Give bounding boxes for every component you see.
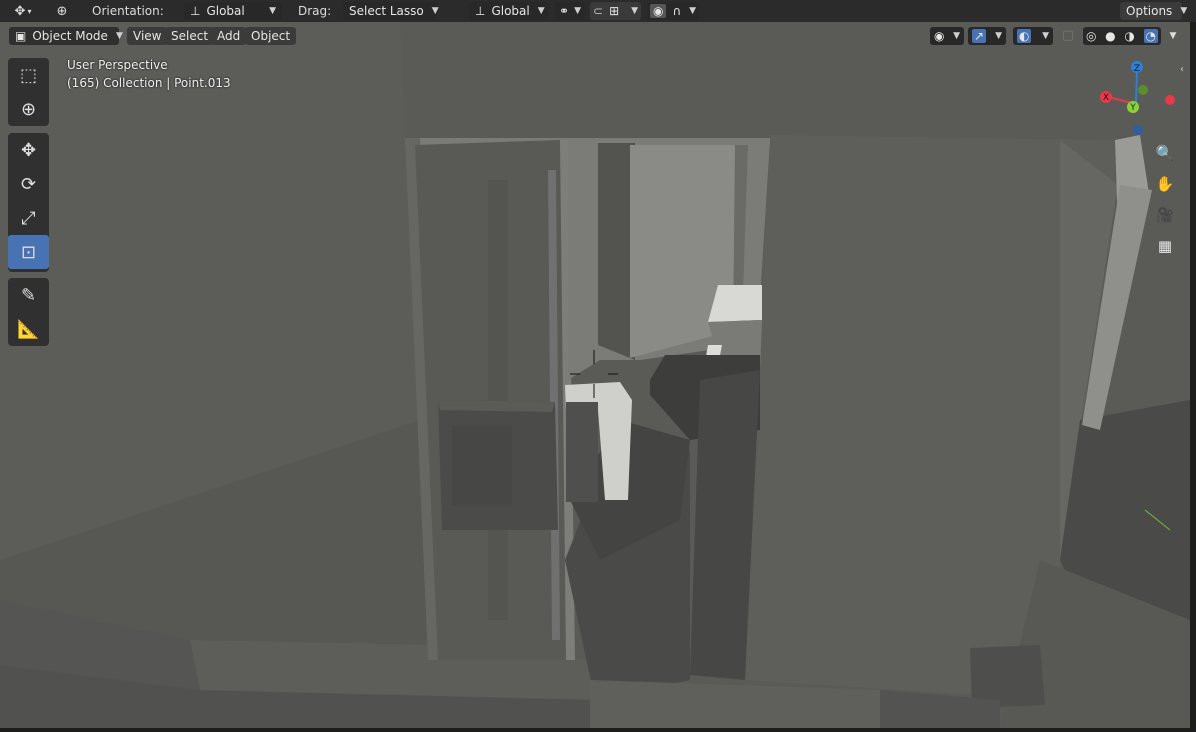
camera-view-icon[interactable]: 🎥 [1153, 203, 1177, 227]
orientation-value: Global [206, 4, 245, 18]
chevron-down-icon: ▼ [115, 30, 123, 41]
y-axis-label: Y [1129, 103, 1136, 113]
move-icon[interactable]: ✥ [8, 133, 49, 167]
magnet-icon: ⊂ [593, 4, 604, 18]
active-tool-icon[interactable]: ⊕ [51, 2, 73, 20]
transform-icon[interactable]: ⊡ [8, 235, 49, 269]
drag-label: Drag: [298, 4, 332, 18]
toolbox-group-annotate: ✎ 📐 [8, 278, 49, 346]
scale-icon[interactable]: ⤢ [8, 201, 49, 235]
rendered-shading-icon[interactable]: ◔ [1143, 28, 1158, 43]
chevron-down-icon: ▼ [537, 6, 545, 16]
collection-info: (165) Collection | Point.013 [67, 76, 231, 90]
xray-toggle-icon[interactable]: ▢ [1058, 27, 1078, 45]
x-axis-label: X [1103, 93, 1109, 103]
snap-target-dropdown[interactable]: ⚭ ▼ [555, 2, 585, 20]
chevron-down-icon: ▼ [631, 6, 638, 16]
visibility-dropdown[interactable]: ◉ ▼ [930, 26, 964, 45]
z-axis-label: Z [1134, 64, 1140, 74]
navigation-gizmo[interactable]: Z X Y [1098, 60, 1178, 140]
object-mode-icon: ▣ [15, 28, 27, 43]
gizmo-toggle[interactable]: ↗ ▼ [968, 26, 1006, 45]
chevron-down-icon: ▼ [995, 30, 1002, 41]
toolbox-group-transform: ✥ ⟳ ⤢ ⊡ [8, 133, 49, 272]
editor-type-icon[interactable]: ✥ ▾ [8, 2, 38, 20]
3d-viewport[interactable] [0, 22, 1190, 728]
overlays-icon: ◐ [1017, 28, 1032, 43]
options-label: Options [1126, 4, 1173, 18]
tool-settings-bar: ✥ ▾ ⊕ Orientation: ⊥ Global ▼ Drag: Selec… [0, 0, 1196, 22]
eye-icon: ◉ [934, 28, 945, 43]
zoom-icon[interactable]: 🔍 [1153, 141, 1177, 165]
wireframe-shading-icon[interactable]: ◎ [1086, 29, 1096, 43]
shading-modes[interactable]: ◎ ● ◑ ◔ [1083, 26, 1161, 45]
falloff-curve-icon: ∩ [672, 4, 682, 18]
perspective-grid-icon[interactable]: ▦ [1153, 234, 1177, 258]
orientation-axes-icon: ⊥ [475, 4, 486, 18]
material-shading-icon[interactable]: ◑ [1124, 29, 1134, 43]
chevron-down-icon: ▼ [574, 6, 581, 16]
menu-view[interactable]: View [127, 26, 168, 45]
scene-render [0, 22, 1190, 728]
chevron-down-icon: ▼ [953, 30, 960, 41]
gizmo-icon: ↗ [972, 28, 987, 43]
chevron-down-icon: ▼ [1180, 6, 1188, 16]
neg-y-axis-handle[interactable] [1138, 85, 1148, 95]
proportional-edit-icon: ◉ [650, 4, 667, 18]
orientation-dropdown[interactable]: ⊥ Global ▼ [184, 2, 282, 20]
neg-z-axis-handle[interactable] [1133, 125, 1143, 135]
drag-dropdown[interactable]: Select Lasso ▼ [343, 2, 439, 20]
drag-value: Select Lasso [349, 4, 424, 18]
toolbox-group-select: ⬚ ⊕ [8, 58, 49, 126]
pan-hand-icon[interactable]: ✋ [1153, 172, 1177, 196]
menu-add[interactable]: Add [211, 26, 247, 45]
select-box-icon[interactable]: ⬚ [8, 58, 49, 92]
chevron-down-icon: ▼ [431, 6, 439, 16]
mode-value: Object Mode [32, 28, 108, 43]
proportional-editing[interactable]: ◉ ∩ ▼ [647, 2, 699, 20]
viewport-header: ▣ Object Mode ▼ View Select Add Object ◉… [0, 24, 1196, 47]
transform-pivot-dropdown[interactable]: ⊥ Global ▼ [469, 2, 548, 20]
chevron-down-icon: ▼ [1042, 30, 1049, 41]
menu-select[interactable]: Select [165, 26, 215, 45]
shading-options-chevron-icon[interactable]: ▼ [1164, 27, 1182, 45]
menu-object[interactable]: Object [245, 26, 297, 45]
snap-toggle[interactable]: ⊂ ⊞ ▼ [590, 2, 641, 20]
overlays-toggle[interactable]: ◐ ▼ [1013, 26, 1053, 45]
solid-shading-icon[interactable]: ● [1105, 29, 1115, 43]
orientation-label: Orientation: [92, 4, 164, 18]
orientation-axes-icon: ⊥ [190, 4, 201, 18]
link-icon: ⚭ [559, 4, 570, 18]
rotate-icon[interactable]: ⟳ [8, 167, 49, 201]
sidebar-toggle-chevron-icon[interactable]: ‹ [1180, 64, 1184, 75]
chevron-down-icon: ▼ [269, 6, 276, 16]
options-dropdown[interactable]: Options ▼ [1120, 2, 1187, 20]
snap-increment-icon: ⊞ [609, 4, 620, 18]
neg-x-axis-handle[interactable] [1165, 95, 1175, 105]
mode-dropdown[interactable]: ▣ Object Mode ▼ [9, 26, 123, 45]
view-name: User Perspective [67, 58, 168, 72]
pivot-value: Global [491, 4, 530, 18]
measure-icon[interactable]: 📐 [8, 312, 49, 346]
annotate-icon[interactable]: ✎ [8, 278, 49, 312]
chevron-down-icon: ▼ [689, 6, 696, 16]
cursor-icon[interactable]: ⊕ [8, 92, 49, 126]
